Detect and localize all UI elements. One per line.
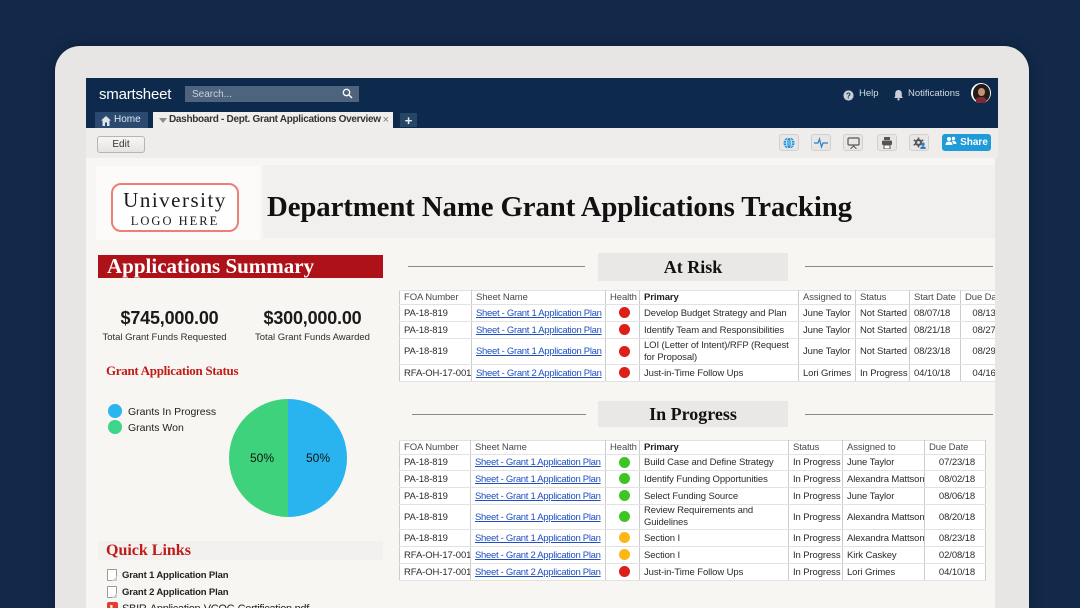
svg-text:?: ? [846,91,851,100]
